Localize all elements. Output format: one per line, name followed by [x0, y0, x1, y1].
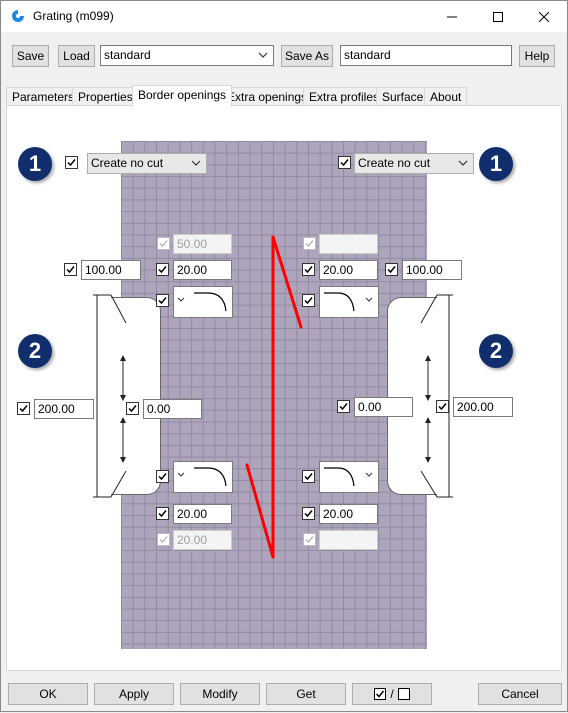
- left-inner-input[interactable]: 20.00: [173, 260, 232, 280]
- checkmark-icon: [304, 473, 313, 481]
- red-direction-arrow: [245, 235, 303, 559]
- right-outer-checkbox[interactable]: [385, 263, 398, 276]
- marker-2-left: 2: [18, 334, 52, 368]
- bottom-right-profile-select[interactable]: [319, 461, 379, 493]
- checkmark-icon: [159, 240, 168, 248]
- cut-left-value: Create no cut: [91, 156, 164, 170]
- left-outer-input[interactable]: 100.00: [81, 260, 141, 280]
- right-inner-input[interactable]: 20.00: [319, 260, 378, 280]
- right-outer-input[interactable]: 100.00: [402, 260, 462, 280]
- top-left-disabled-checkbox[interactable]: [157, 237, 170, 250]
- chevron-down-icon: [458, 160, 468, 166]
- bottom-left-disabled-input[interactable]: 20.00: [173, 530, 232, 550]
- checkmark-icon: [438, 403, 447, 411]
- top-left-disabled-input[interactable]: 50.00: [173, 234, 232, 254]
- right-inner-checkbox[interactable]: [302, 263, 315, 276]
- checkmark-icon: [387, 266, 396, 274]
- cut-left-checkbox[interactable]: [65, 156, 78, 169]
- checkmark-icon: [19, 405, 28, 413]
- cut-right-checkbox[interactable]: [338, 156, 351, 169]
- checkmark-icon: [158, 266, 167, 274]
- left-outer-checkbox[interactable]: [64, 263, 77, 276]
- cancel-button[interactable]: Cancel: [478, 683, 562, 705]
- right-offset-checkbox[interactable]: [337, 400, 350, 413]
- apply-button[interactable]: Apply: [94, 683, 174, 705]
- bottom-left-input[interactable]: 20.00: [173, 504, 232, 524]
- top-right-disabled-input[interactable]: [319, 234, 378, 254]
- bottom-left-checkbox[interactable]: [156, 507, 169, 520]
- bottom-right-checkbox[interactable]: [302, 507, 315, 520]
- cut-right-select[interactable]: Create no cut: [354, 153, 474, 174]
- left-inner-checkbox[interactable]: [156, 263, 169, 276]
- ok-button[interactable]: OK: [8, 683, 88, 705]
- checkmark-icon: [304, 510, 313, 518]
- checkmark-icon: [158, 473, 167, 481]
- toggle-separator: /: [390, 687, 394, 701]
- checkmark-icon: [339, 403, 348, 411]
- left-offset-checkbox[interactable]: [126, 402, 139, 415]
- marker-2-right: 2: [479, 334, 513, 368]
- get-button[interactable]: Get: [266, 683, 346, 705]
- checkmark-icon: [340, 159, 349, 167]
- left-height-input[interactable]: 200.00: [34, 399, 94, 419]
- marker-1-left: 1: [18, 147, 52, 181]
- top-right-profile-select[interactable]: [319, 286, 379, 318]
- checked-box-icon: [374, 688, 387, 700]
- toggle-checkboxes-button[interactable]: /: [352, 683, 432, 705]
- left-offset-input[interactable]: 0.00: [143, 399, 202, 419]
- right-height-input[interactable]: 200.00: [453, 397, 513, 417]
- top-left-profile-select[interactable]: [173, 286, 233, 318]
- checkmark-icon: [67, 159, 76, 167]
- grating-dialog: Grating (m099) Save Load standard Save A…: [0, 0, 568, 712]
- checkmark-icon: [158, 510, 167, 518]
- corner-profile-icon: [177, 292, 227, 312]
- checkmark-icon: [159, 536, 168, 544]
- checkmark-icon: [66, 266, 75, 274]
- cut-left-select[interactable]: Create no cut: [87, 153, 207, 174]
- checkmark-icon: [305, 240, 314, 248]
- bottom-left-disabled-checkbox[interactable]: [157, 533, 170, 546]
- marker-1-right: 1: [479, 147, 513, 181]
- checkmark-icon: [305, 536, 314, 544]
- left-height-checkbox[interactable]: [17, 402, 30, 415]
- checkmark-icon: [304, 297, 313, 305]
- corner-profile-icon: [324, 467, 373, 487]
- top-right-profile-checkbox[interactable]: [302, 294, 315, 307]
- top-left-profile-checkbox[interactable]: [156, 294, 169, 307]
- corner-profile-icon: [177, 467, 227, 487]
- chevron-down-icon: [191, 160, 201, 166]
- top-right-disabled-checkbox[interactable]: [303, 237, 316, 250]
- bottom-right-profile-checkbox[interactable]: [302, 470, 315, 483]
- checkmark-icon: [128, 405, 137, 413]
- right-offset-input[interactable]: 0.00: [354, 397, 413, 417]
- bottom-right-disabled-input[interactable]: [319, 530, 378, 550]
- tab-border-openings[interactable]: Border openings: [132, 85, 233, 107]
- right-height-checkbox[interactable]: [436, 400, 449, 413]
- unchecked-box-icon: [397, 688, 410, 700]
- checkmark-icon: [304, 266, 313, 274]
- checkmark-icon: [158, 297, 167, 305]
- corner-profile-icon: [324, 292, 373, 312]
- bottom-right-disabled-checkbox[interactable]: [303, 533, 316, 546]
- bottom-left-profile-checkbox[interactable]: [156, 470, 169, 483]
- cut-right-value: Create no cut: [358, 156, 431, 170]
- bottom-left-profile-select[interactable]: [173, 461, 233, 493]
- bottom-right-input[interactable]: 20.00: [319, 504, 378, 524]
- modify-button[interactable]: Modify: [180, 683, 260, 705]
